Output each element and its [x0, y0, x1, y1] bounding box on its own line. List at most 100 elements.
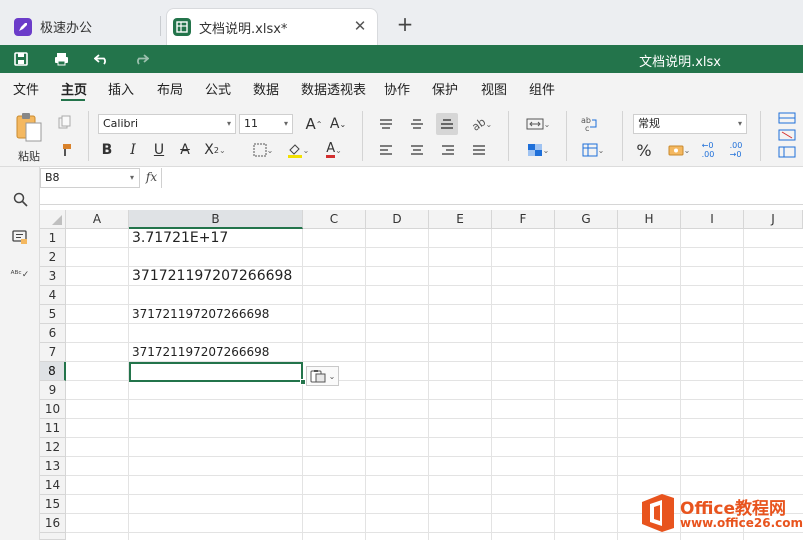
align-right-icon[interactable] [438, 141, 458, 159]
print-icon[interactable] [51, 50, 71, 68]
svg-text:c: c [585, 124, 589, 133]
format-as-table-icon[interactable]: ⌄ [578, 141, 608, 159]
copy-icon[interactable] [56, 113, 74, 131]
bold-icon[interactable]: B [98, 140, 116, 160]
column-header[interactable]: C [303, 210, 366, 229]
currency-icon[interactable]: ⌄ [664, 140, 694, 160]
justify-icon[interactable] [469, 141, 489, 159]
align-top-icon[interactable] [376, 115, 396, 133]
row-header[interactable]: 1 [40, 229, 66, 248]
menu-pivot-table[interactable]: 数据透视表 [301, 79, 366, 98]
column-header[interactable]: I [681, 210, 744, 229]
row-header[interactable]: 3 [40, 267, 66, 286]
redo-icon[interactable] [131, 50, 151, 68]
gridline [66, 418, 803, 419]
align-middle-icon[interactable] [407, 115, 427, 133]
menu-data[interactable]: 数据 [253, 79, 279, 98]
increase-font-icon[interactable]: A ⌃ [304, 114, 324, 134]
menu-insert[interactable]: 插入 [108, 79, 134, 98]
font-name-select[interactable]: Calibri ▾ [98, 114, 236, 134]
row-header[interactable] [40, 533, 66, 540]
insert-function-button[interactable]: fx [142, 168, 162, 188]
underline-icon[interactable]: U [150, 140, 168, 160]
cell-b1[interactable]: 3.71721E+17 [132, 230, 228, 246]
italic-icon[interactable]: I [124, 140, 142, 160]
row-header[interactable]: 6 [40, 324, 66, 343]
row-header[interactable]: 11 [40, 419, 66, 438]
cell-b3[interactable]: 371721197207266698 [132, 268, 292, 284]
cell-style-icon[interactable]: ⌄ [522, 141, 554, 159]
increase-decimal-icon[interactable]: ←0.00 [698, 140, 718, 160]
row-header[interactable]: 8 [40, 362, 66, 381]
undo-icon[interactable] [91, 50, 111, 68]
row-header[interactable]: 10 [40, 400, 66, 419]
fill-color-icon[interactable]: ⌄ [284, 140, 312, 160]
number-format-select[interactable]: 常规 ▾ [633, 114, 747, 134]
align-bottom-icon[interactable] [436, 113, 458, 135]
menu-layout[interactable]: 布局 [157, 79, 183, 98]
border-icon[interactable]: ⌄ [250, 140, 276, 160]
menu-file[interactable]: 文件 [13, 79, 39, 98]
menu-home[interactable]: 主页 [61, 79, 87, 98]
column-header[interactable]: B [129, 210, 303, 229]
decrease-decimal-icon[interactable]: .00 →0 [726, 140, 746, 160]
tab-home[interactable]: 极速办公 [8, 8, 160, 45]
new-tab-plus-icon[interactable]: + [394, 12, 416, 36]
format-cells-icon[interactable] [772, 145, 802, 159]
format-painter-icon[interactable] [56, 141, 74, 159]
column-header[interactable]: G [555, 210, 618, 229]
cell-b5[interactable]: 371721197207266698 [132, 307, 269, 321]
row-header[interactable]: 7 [40, 343, 66, 362]
row-header[interactable]: 12 [40, 438, 66, 457]
tab-document[interactable]: 文档说明.xlsx* ✕ [166, 8, 378, 45]
insert-cells-icon[interactable] [772, 111, 802, 125]
menu-view[interactable]: 视图 [481, 79, 507, 98]
cell-b7[interactable]: 371721197207266698 [132, 345, 269, 359]
align-center-icon[interactable] [407, 141, 427, 159]
paste-icon[interactable] [14, 111, 44, 143]
align-left-icon[interactable] [376, 141, 396, 159]
row-header[interactable]: 4 [40, 286, 66, 305]
font-color-icon[interactable]: A ⌄ [320, 140, 348, 160]
font-size-select[interactable]: 11 ▾ [239, 114, 293, 134]
row-header[interactable]: 14 [40, 476, 66, 495]
menu-collaborate[interactable]: 协作 [384, 79, 410, 98]
wrap-text-icon[interactable]: ab c [578, 113, 600, 135]
paste-options-button[interactable]: ⌄ [306, 366, 339, 386]
column-header[interactable]: F [492, 210, 555, 229]
row-header[interactable]: 16 [40, 514, 66, 533]
subscript-icon[interactable]: X 2 ⌄ [202, 140, 228, 160]
close-icon[interactable]: ✕ [351, 17, 369, 35]
menu-components[interactable]: 组件 [529, 79, 555, 98]
spellcheck-icon[interactable]: ᴬᴮᶜ✓ [10, 265, 30, 285]
row-header[interactable]: 13 [40, 457, 66, 476]
decrease-font-icon[interactable]: A ⌄ [328, 114, 348, 134]
formula-input[interactable] [162, 168, 803, 204]
percent-icon[interactable]: % [634, 140, 654, 160]
column-header[interactable]: J [744, 210, 803, 229]
document-title: 文档说明.xlsx [639, 55, 721, 70]
search-icon[interactable] [10, 189, 30, 209]
select-all-corner[interactable] [40, 210, 66, 229]
row-header[interactable]: 5 [40, 305, 66, 324]
comment-icon[interactable] [10, 227, 30, 247]
text-orientation-icon[interactable]: ab ⌄ [468, 115, 496, 134]
strikethrough-icon[interactable]: A [176, 140, 194, 160]
column-header[interactable]: E [429, 210, 492, 229]
menu-protect[interactable]: 保护 [432, 79, 458, 98]
row-header[interactable]: 9 [40, 381, 66, 400]
menu-formula[interactable]: 公式 [205, 79, 231, 98]
column-header[interactable]: A [66, 210, 129, 229]
column-header[interactable]: D [366, 210, 429, 229]
column-header[interactable]: H [618, 210, 681, 229]
delete-cells-icon[interactable] [772, 128, 802, 142]
selected-cell-b8[interactable] [129, 362, 303, 382]
save-icon[interactable] [11, 50, 31, 68]
tab-label: 极速办公 [40, 21, 93, 36]
ribbon-separator [362, 111, 363, 161]
row-header[interactable]: 15 [40, 495, 66, 514]
merge-cells-icon[interactable]: ⌄ [522, 115, 554, 133]
name-box[interactable]: B8 ▾ [40, 168, 140, 188]
gridline [617, 229, 618, 540]
row-header[interactable]: 2 [40, 248, 66, 267]
